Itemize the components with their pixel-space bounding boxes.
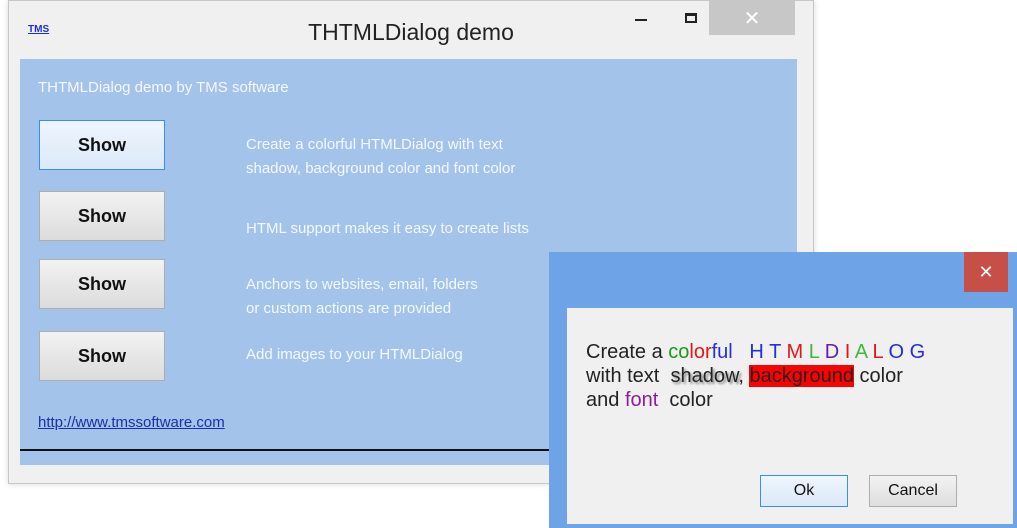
text-with-text: with text [586,365,665,387]
description-line: Create a colorful HTMLDialog with text [246,136,503,153]
minimize-button[interactable] [619,1,663,35]
close-button[interactable]: ✕ [709,1,795,35]
show-button-anchors[interactable]: Show [39,259,165,309]
description-line: shadow, background color and font color [246,160,516,177]
description-line: HTML support makes it easy to create lis… [246,220,529,237]
text-shadow: shadow [670,365,739,387]
text-background: background [749,365,854,387]
letter-a: A [854,341,867,363]
letter-g: G [909,341,926,363]
letter-o: O [888,341,905,363]
maximize-button[interactable] [669,1,713,35]
dialog-message: Create a colorful H T M L D I A L O G wi… [586,340,1016,412]
text-comma: , [738,365,744,387]
letter-l: L [808,341,820,363]
tms-website-link[interactable]: http://www.tmssoftware.com [38,414,225,431]
letter-t: T [769,341,781,363]
message-line-1: Create a colorful H T M L D I A L O G [586,340,1016,364]
text-font: font [624,389,659,411]
text-colorful-1: co [668,341,690,363]
dialog-body: Create a colorful H T M L D I A L O G wi… [567,308,1013,524]
ok-button[interactable]: Ok [760,475,848,507]
text-colorful-3: ful [711,341,733,363]
letter-l2: L [872,341,883,363]
show-button-colorful[interactable]: Show [39,120,165,170]
html-dialog: ✕ Create a colorful H T M L D I A L O G … [549,252,1017,528]
show-button-lists[interactable]: Show [39,191,165,241]
title-bar: TMS THTMLDialog demo ✕ [9,1,813,57]
message-line-3: and font color [586,388,1016,412]
letter-d: D [824,341,840,363]
text-colorful-2: lor [689,341,712,363]
text-create-a: Create a [586,341,669,363]
maximize-icon [685,13,697,23]
text-color-2: color [658,389,713,411]
message-line-2: with text shadow, background color [586,364,1016,388]
description-lists: HTML support makes it easy to create lis… [246,217,626,241]
description-colorful: Create a colorful HTMLDialog with text s… [246,133,626,181]
dialog-close-button[interactable]: ✕ [964,252,1008,292]
close-icon: ✕ [978,261,994,282]
letter-i: I [844,341,851,363]
show-button-images[interactable]: Show [39,331,165,381]
demo-heading: THTMLDialog demo by TMS software [38,79,289,96]
letter-m: M [786,341,804,363]
text-and: and [586,389,625,411]
minimize-icon [635,19,647,21]
cancel-button[interactable]: Cancel [869,475,957,507]
letter-h: H [749,341,764,363]
close-icon: ✕ [743,7,761,30]
text-color-1: color [853,365,903,387]
